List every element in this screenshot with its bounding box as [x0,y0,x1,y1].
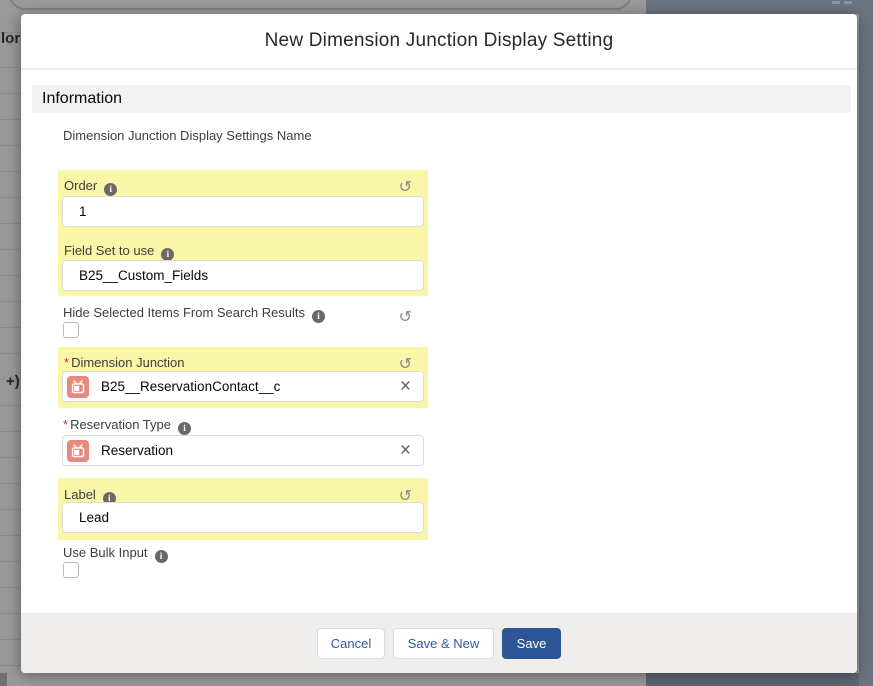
information-section-header[interactable]: Information [32,85,851,113]
field-label-dimension-junction: Dimension Junction [71,355,184,370]
highlight-block-order-fieldset: Orderi ↺ Field Set to use i ↺ [58,170,428,296]
required-marker: * [63,417,68,432]
field-label-use-bulk-input: Use Bulk Input [63,545,148,560]
hide-selected-label-row: Hide Selected Items From Search Results i [63,305,325,323]
info-icon[interactable]: i [312,310,325,323]
reservation-type-label-row: *Reservation Type i [63,417,191,435]
save-and-new-button[interactable]: Save & New [393,628,494,659]
clear-selection-icon[interactable]: × [400,377,411,396]
custom-object-tv-icon [67,376,89,398]
background-panel-right-rail [859,0,873,686]
use-bulk-input-label-row: Use Bulk Input i [63,545,168,563]
field-label-hide-selected: Hide Selected Items From Search Results [63,305,305,320]
required-marker: * [64,355,69,370]
window-control-icon [844,1,852,4]
background-searchbox-outline [9,0,632,10]
order-input[interactable] [62,196,424,227]
undo-icon[interactable]: ↺ [399,310,412,326]
cancel-button[interactable]: Cancel [317,628,385,659]
use-bulk-input-checkbox[interactable] [63,562,79,578]
info-icon[interactable]: i [161,248,174,261]
background-text-fragment: lors [1,30,21,47]
info-icon[interactable]: i [178,422,191,435]
clear-selection-icon[interactable]: × [400,441,411,460]
field-label-name: Dimension Junction Display Settings Name [63,128,312,143]
info-icon[interactable]: i [155,550,168,563]
background-bottom-corner [0,673,7,686]
reservation-type-lookup-pill[interactable]: Reservation × [62,435,424,466]
reservation-type-value: Reservation [101,443,400,458]
background-bottom-band [0,673,646,686]
modal-title: New Dimension Junction Display Setting [265,30,614,52]
label-input[interactable] [62,502,424,533]
order-label-row: Orderi ↺ [64,177,420,196]
custom-object-tv-icon [67,440,89,462]
info-icon[interactable]: i [104,183,117,196]
field-label-reservation-type: Reservation Type [70,417,171,432]
background-left-strip: lors +) [0,14,21,673]
background-panel-bottom [646,673,859,686]
highlight-block-label: Labeli ↺ [58,478,428,540]
dimension-junction-lookup-pill[interactable]: B25__ReservationContact__c × [62,371,424,402]
field-set-input[interactable] [62,260,424,291]
field-set-label-row: Field Set to usei ↺ [64,242,420,261]
save-button[interactable]: Save [502,628,561,659]
dimension-junction-label-row: *Dimension Junction ↺ [64,354,420,372]
dimension-junction-value: B25__ReservationContact__c [101,379,400,394]
undo-icon[interactable]: ↺ [399,180,412,196]
field-label-order: Order [64,178,97,193]
field-label-label: Label [64,487,96,502]
modal-header: New Dimension Junction Display Setting [21,14,857,70]
information-section-title: Information [32,90,122,108]
window-control-icon [832,1,840,4]
new-dimension-junction-display-setting-modal: New Dimension Junction Display Setting I… [21,14,857,673]
highlight-block-dimension-junction: *Dimension Junction ↺ B25__ReservationCo… [58,347,428,408]
hide-selected-checkbox[interactable] [63,322,79,338]
background-text-fragment: +) [6,373,20,390]
background-top-band [0,0,646,14]
modal-footer: Cancel Save & New Save [21,613,857,673]
field-label-field-set: Field Set to use [64,243,154,258]
